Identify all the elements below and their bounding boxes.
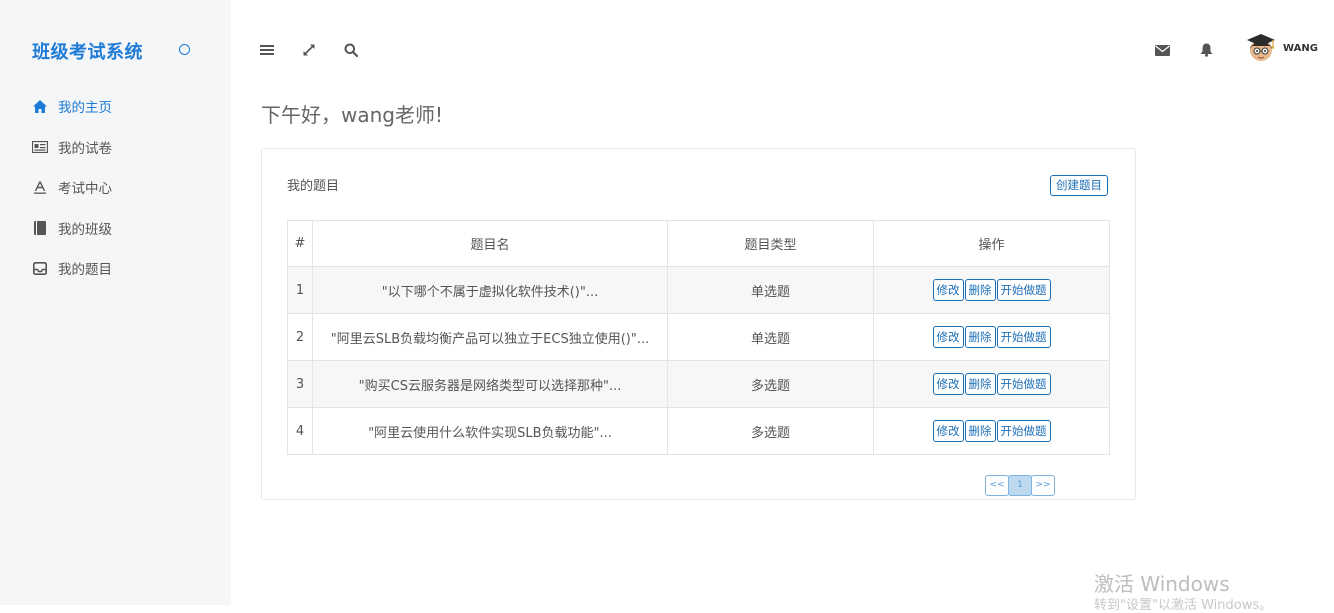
windows-activation-watermark: 激活 Windows (1094, 572, 1230, 596)
column-header-name: 题目名 (312, 220, 668, 267)
cell-actions: 修改 删除 开始做题 (873, 407, 1110, 455)
sidebar-item-class[interactable]: 我的班级 (0, 208, 231, 249)
cell-actions: 修改 删除 开始做题 (873, 360, 1110, 408)
questions-panel: 我的题目 创建题目 # 题目名 题目类型 操作 1 "以下哪个不属于虚拟化软件技术… (261, 148, 1136, 500)
sidebar-item-papers[interactable]: 我的试卷 (0, 127, 231, 168)
fullscreen-icon[interactable] (301, 42, 317, 58)
sidebar-item-label: 我的班级 (58, 221, 112, 238)
envelope-icon[interactable] (1154, 42, 1170, 58)
create-question-button[interactable]: 创建题目 (1050, 175, 1108, 196)
sidebar-item-label: 考试中心 (58, 181, 112, 198)
sidebar: 班级考试系统 我的主页 我的试卷 考试中心 我的班级 我的题目 (0, 0, 231, 605)
table-header-row: # 题目名 题目类型 操作 (287, 220, 1110, 267)
sidebar-toggle-circle-icon[interactable] (179, 44, 190, 55)
cell-question-type: 多选题 (667, 360, 874, 408)
delete-button[interactable]: 删除 (964, 326, 996, 348)
newspaper-icon (32, 139, 48, 155)
edit-button[interactable]: 修改 (932, 420, 964, 442)
pagination: << 1 >> (985, 475, 1055, 496)
sidebar-item-home[interactable]: 我的主页 (0, 86, 231, 127)
inbox-icon (32, 260, 48, 276)
column-header-number: # (287, 220, 313, 267)
pagination-next-button[interactable]: >> (1031, 475, 1055, 496)
delete-button[interactable]: 删除 (964, 373, 996, 395)
cell-question-name: "阿里云使用什么软件实现SLB负载功能"... (312, 407, 668, 455)
cell-number: 3 (287, 360, 313, 408)
table-row: 3 "购买CS云服务器是网络类型可以选择那种"... 多选题 修改 删除 开始做题 (287, 360, 1110, 408)
cell-number: 4 (287, 407, 313, 455)
pagination-page-button[interactable]: 1 (1008, 475, 1032, 496)
sidebar-item-label: 我的题目 (58, 262, 112, 279)
sidebar-item-label: 我的试卷 (58, 140, 112, 157)
pagination-prev-button[interactable]: << (985, 475, 1009, 496)
table-row: 1 "以下哪个不属于虚拟化软件技术()"... 单选题 修改 删除 开始做题 (287, 266, 1110, 314)
column-header-type: 题目类型 (667, 220, 874, 267)
font-icon (32, 179, 48, 195)
cell-question-type: 单选题 (667, 266, 874, 314)
edit-button[interactable]: 修改 (932, 279, 964, 301)
cell-actions: 修改 删除 开始做题 (873, 266, 1110, 314)
brand-title[interactable]: 班级考试系统 (32, 38, 143, 64)
cell-actions: 修改 删除 开始做题 (873, 313, 1110, 361)
cell-number: 2 (287, 313, 313, 361)
table-row: 4 "阿里云使用什么软件实现SLB负载功能"... 多选题 修改 删除 开始做题 (287, 407, 1110, 455)
column-header-actions: 操作 (873, 220, 1110, 267)
bell-icon[interactable] (1198, 42, 1214, 58)
sidebar-item-questions[interactable]: 我的题目 (0, 248, 231, 289)
sidebar-item-label: 我的主页 (58, 100, 112, 117)
edit-button[interactable]: 修改 (932, 373, 964, 395)
panel-title: 我的题目 (287, 179, 340, 194)
sidebar-nav: 我的主页 我的试卷 考试中心 我的班级 我的题目 (0, 86, 231, 289)
cell-question-type: 多选题 (667, 407, 874, 455)
windows-activation-hint: 转到"设置"以激活 Windows。 (1094, 598, 1273, 613)
edit-button[interactable]: 修改 (932, 326, 964, 348)
cell-number: 1 (287, 266, 313, 314)
delete-button[interactable]: 删除 (964, 420, 996, 442)
delete-button[interactable]: 删除 (964, 279, 996, 301)
sidebar-item-exam-center[interactable]: 考试中心 (0, 167, 231, 208)
start-answering-button[interactable]: 开始做题 (996, 279, 1051, 301)
username[interactable]: WANG (1283, 43, 1318, 54)
cell-question-name: "以下哪个不属于虚拟化软件技术()"... (312, 266, 668, 314)
questions-table: # 题目名 题目类型 操作 1 "以下哪个不属于虚拟化软件技术()"... 单选题修… (287, 220, 1110, 455)
book-icon (32, 220, 48, 236)
home-icon (32, 98, 48, 114)
start-answering-button[interactable]: 开始做题 (996, 420, 1051, 442)
cell-question-name: "阿里云SLB负载均衡产品可以独立于ECS独立使用()"... (312, 313, 668, 361)
menu-icon[interactable] (259, 42, 275, 58)
table-row: 2 "阿里云SLB负载均衡产品可以独立于ECS独立使用()"... 单选题 修改 删除开… (287, 313, 1110, 361)
greeting-title: 下午好，wang老师! (261, 103, 444, 127)
cell-question-name: "购买CS云服务器是网络类型可以选择那种"... (312, 360, 668, 408)
start-answering-button[interactable]: 开始做题 (996, 373, 1051, 395)
avatar[interactable] (1245, 31, 1277, 63)
search-icon[interactable] (343, 42, 359, 58)
cell-question-type: 单选题 (667, 313, 874, 361)
start-answering-button[interactable]: 开始做题 (996, 326, 1051, 348)
